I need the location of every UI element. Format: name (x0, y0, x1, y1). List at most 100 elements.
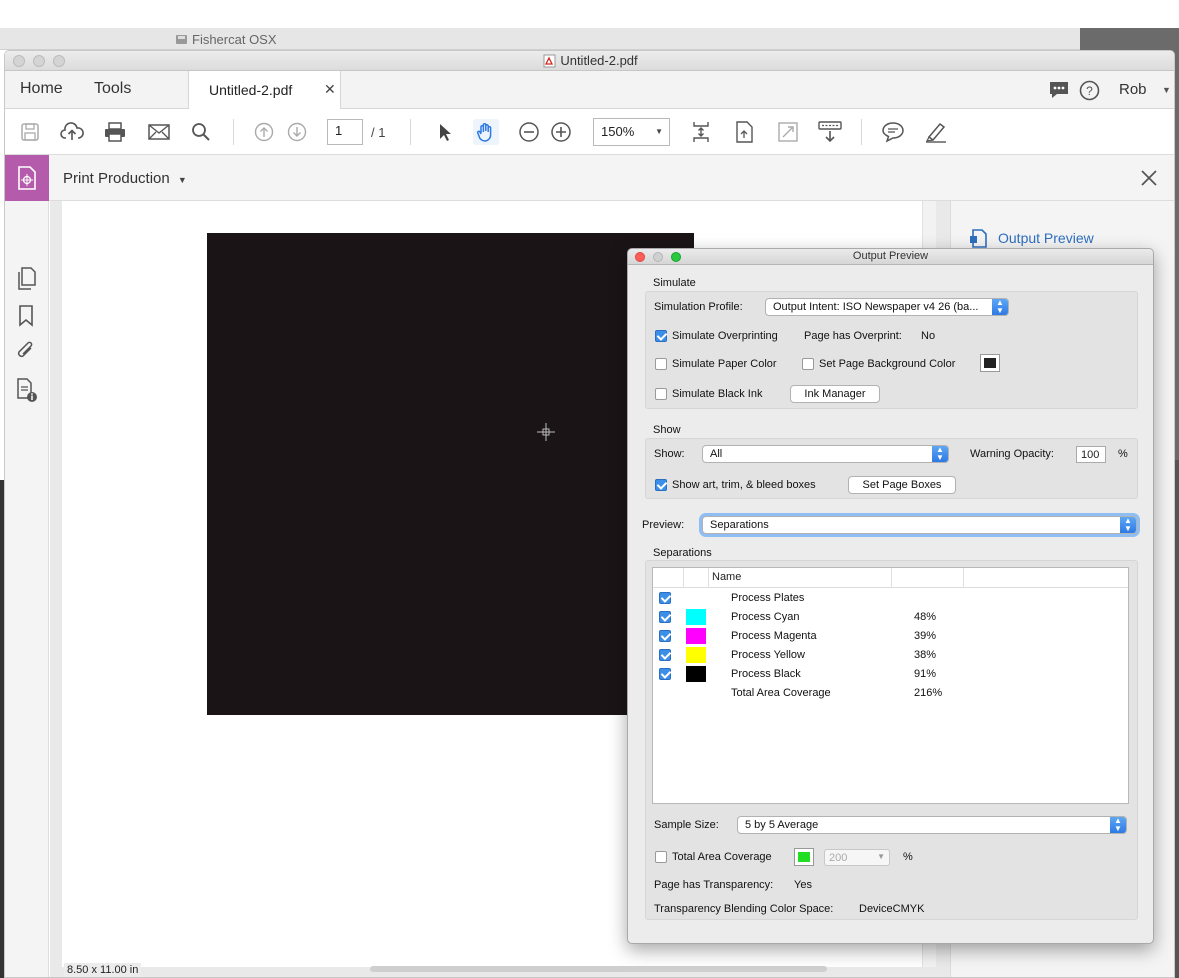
print-production-icon[interactable] (5, 155, 49, 201)
table-row[interactable]: Process Yellow 38% (653, 646, 1128, 665)
show-label: Show: (654, 448, 685, 460)
separation-checkbox[interactable] (659, 630, 671, 642)
output-preview-icon[interactable] (969, 227, 991, 249)
separation-checkbox[interactable] (659, 592, 671, 604)
zoom-in-icon[interactable] (548, 119, 574, 145)
tool-panel-name[interactable]: Print Production ▼ (63, 170, 187, 187)
total-area-coverage-color-well[interactable] (794, 848, 814, 866)
help-icon[interactable]: ? (1079, 80, 1100, 101)
previous-page-icon[interactable] (251, 119, 277, 145)
disk-icon (175, 33, 188, 46)
svg-text:?: ? (1086, 84, 1093, 98)
document-info-icon[interactable] (15, 378, 39, 404)
ink-manager-button[interactable]: Ink Manager (790, 385, 880, 403)
tab-bar: Home Tools Untitled-2.pdf ✕ ? Rob ▼ (5, 71, 1174, 109)
save-icon[interactable] (17, 119, 43, 145)
total-area-coverage-value: 200 (829, 852, 848, 864)
show-boxes-checkbox[interactable] (655, 479, 667, 491)
page-background-color-well[interactable] (980, 354, 1000, 372)
user-menu-chevron-down-icon[interactable]: ▼ (1162, 85, 1171, 95)
show-select[interactable]: All ▲ ▼ (702, 445, 949, 463)
fit-page-icon[interactable] (688, 119, 714, 145)
pdf-file-icon (543, 54, 556, 67)
hand-tool-icon[interactable] (473, 119, 499, 145)
close-tool-panel-icon[interactable] (1140, 169, 1158, 187)
preview-value: Separations (710, 519, 769, 531)
total-area-coverage-select[interactable]: 200 ▼ (824, 849, 890, 866)
tab-home[interactable]: Home (20, 80, 63, 98)
background-window-title-text: Fishercat OSX (192, 32, 277, 47)
column-name[interactable]: Name (709, 568, 892, 588)
warning-opacity-input[interactable]: 100 (1076, 446, 1106, 463)
comments-icon[interactable] (1048, 80, 1070, 100)
window-title-text: Untitled-2.pdf (560, 53, 638, 68)
separation-name: Process Plates (731, 592, 805, 604)
simulate-overprinting-label: Simulate Overprinting (672, 330, 778, 342)
stepper-arrows-icon: ▲ ▼ (1110, 817, 1126, 833)
table-row[interactable]: Process Magenta 39% (653, 627, 1128, 646)
separation-color-swatch (686, 609, 706, 625)
user-menu[interactable]: Rob (1119, 81, 1147, 98)
highlight-pen-icon[interactable] (923, 119, 949, 145)
tab-tools[interactable]: Tools (94, 80, 131, 98)
simulate-paper-color-checkbox[interactable] (655, 358, 667, 370)
rotate-page-icon[interactable] (731, 119, 757, 145)
set-page-background-checkbox[interactable] (802, 358, 814, 370)
select-arrow-icon[interactable] (432, 119, 458, 145)
sample-size-select[interactable]: 5 by 5 Average ▲ ▼ (737, 816, 1127, 834)
toolbar-divider (233, 119, 234, 145)
tab-close-icon[interactable]: ✕ (324, 81, 336, 98)
page-total: / 1 (371, 125, 386, 140)
column-swatch (684, 568, 709, 588)
stepper-arrows-icon: ▲ ▼ (992, 299, 1008, 315)
page-thumbnails-icon[interactable] (15, 267, 39, 293)
tab-document[interactable]: Untitled-2.pdf ✕ (188, 71, 341, 109)
background-window-titlebar[interactable] (0, 28, 1080, 50)
page-has-transparency-value: Yes (794, 879, 812, 891)
search-icon[interactable] (188, 119, 214, 145)
print-icon[interactable] (102, 119, 128, 145)
keyboard-scroll-icon[interactable] (817, 119, 843, 145)
horizontal-scrollbar[interactable] (370, 966, 827, 972)
simulate-black-ink-checkbox[interactable] (655, 388, 667, 400)
blending-color-space-label: Transparency Blending Color Space: (654, 903, 834, 915)
page-has-overprint-value: No (921, 330, 936, 342)
main-toolbar: 1 / 1 150% ▼ (5, 109, 1174, 155)
output-preview-link[interactable]: Output Preview (998, 230, 1094, 246)
separation-checkbox[interactable] (659, 649, 671, 661)
show-boxes-label: Show art, trim, & bleed boxes (672, 479, 816, 491)
simulate-overprinting-checkbox[interactable] (655, 330, 667, 342)
separation-checkbox[interactable] (659, 668, 671, 680)
separation-name: Process Magenta (731, 630, 817, 642)
set-page-boxes-button[interactable]: Set Page Boxes (848, 476, 956, 494)
full-screen-icon[interactable] (775, 119, 801, 145)
zoom-select[interactable]: 150% ▼ (593, 118, 670, 146)
chevron-down-icon: ▼ (655, 127, 663, 136)
separations-heading: Separations (653, 547, 712, 559)
zoom-out-icon[interactable] (516, 119, 542, 145)
page-number-input[interactable]: 1 (327, 119, 363, 145)
table-row[interactable]: Process Plates (653, 589, 1128, 608)
chevron-down-icon: ▼ (877, 852, 885, 861)
total-area-coverage-checkbox[interactable] (655, 851, 667, 863)
simulation-profile-select[interactable]: Output Intent: ISO Newspaper v4 26 (ba..… (765, 298, 1009, 316)
comment-icon[interactable] (880, 119, 906, 145)
window-titlebar[interactable]: Untitled-2.pdf (5, 51, 1174, 71)
total-area-coverage-percent: % (903, 851, 913, 863)
next-page-icon[interactable] (284, 119, 310, 145)
table-row[interactable]: Process Cyan 48% (653, 608, 1128, 627)
page-size-indicator: 8.50 x 11.00 in (64, 963, 142, 977)
separations-table[interactable]: Name Process Plates Process Cyan 48% Proces… (652, 567, 1129, 804)
table-row[interactable]: Total Area Coverage 216% (653, 684, 1128, 703)
tool-panel-name-text: Print Production (63, 170, 170, 187)
tab-document-label: Untitled-2.pdf (209, 82, 293, 98)
table-row[interactable]: Process Black 91% (653, 665, 1128, 684)
preview-select[interactable]: Separations ▲ ▼ (702, 516, 1137, 534)
dialog-titlebar[interactable]: Output Preview (628, 249, 1153, 265)
upload-cloud-icon[interactable] (59, 119, 85, 145)
bookmark-icon[interactable] (15, 304, 39, 330)
attachment-icon[interactable] (15, 339, 39, 365)
column-check (653, 568, 684, 588)
separation-checkbox[interactable] (659, 611, 671, 623)
email-icon[interactable] (146, 119, 172, 145)
